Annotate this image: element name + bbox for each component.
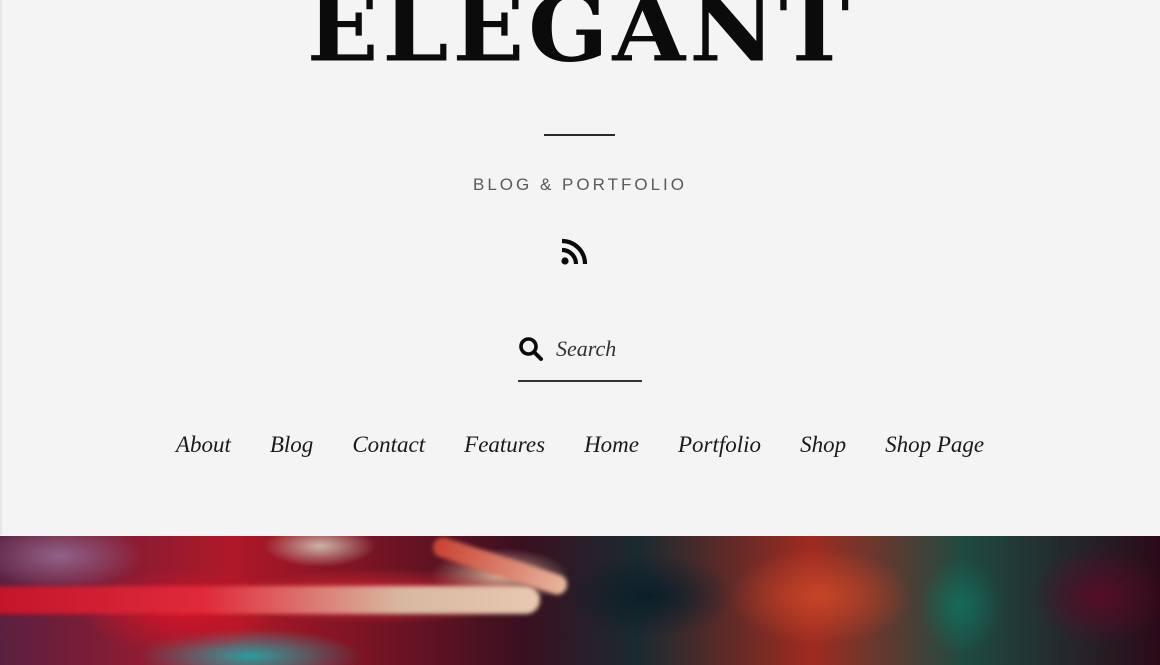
- hero-arm-streak: [0, 586, 540, 614]
- search-icon[interactable]: [518, 336, 544, 362]
- nav-item-portfolio[interactable]: Portfolio: [678, 432, 761, 458]
- main-nav: About Blog Contact Features Home Portfol…: [0, 432, 1160, 458]
- nav-item-blog[interactable]: Blog: [270, 432, 313, 458]
- nav-item-contact[interactable]: Contact: [352, 432, 425, 458]
- nav-item-features[interactable]: Features: [464, 432, 545, 458]
- rss-icon: [561, 238, 588, 265]
- nav-item-home[interactable]: Home: [584, 432, 639, 458]
- search-form: [518, 330, 642, 382]
- nav-item-shop[interactable]: Shop: [800, 432, 846, 458]
- hero-image: [0, 536, 1160, 665]
- nav-item-shop-page[interactable]: Shop Page: [885, 432, 984, 458]
- site-title[interactable]: ELEGANT: [0, 0, 1160, 80]
- rss-link[interactable]: [560, 238, 588, 266]
- site-tagline: BLOG & PORTFOLIO: [473, 175, 687, 194]
- nav-item-about[interactable]: About: [176, 432, 231, 458]
- search-input[interactable]: [556, 332, 642, 366]
- title-divider: [544, 134, 615, 136]
